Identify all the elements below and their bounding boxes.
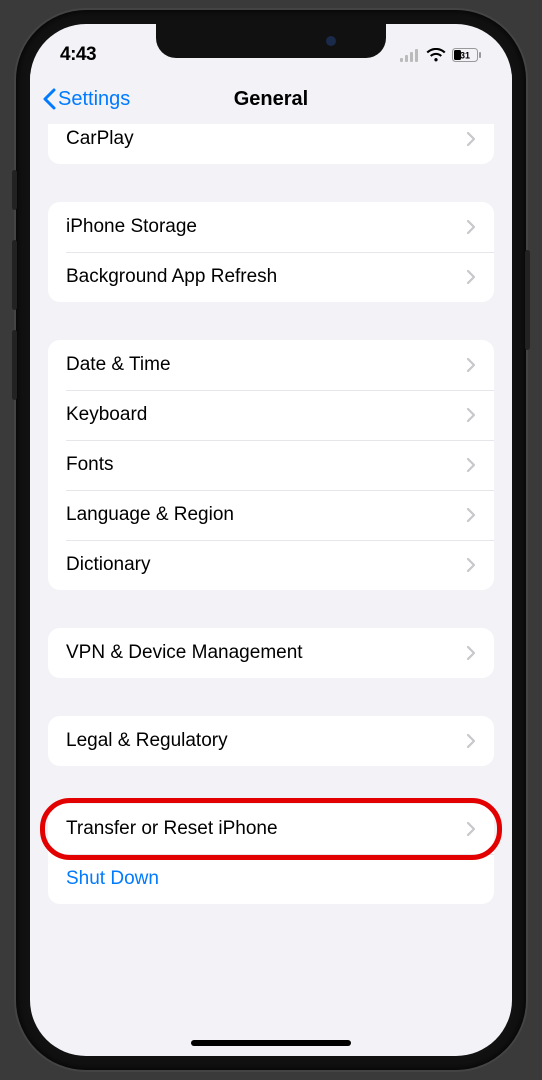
row-label: Language & Region xyxy=(66,504,234,526)
chevron-right-icon xyxy=(466,821,476,837)
chevron-right-icon xyxy=(466,557,476,573)
row-label: Background App Refresh xyxy=(66,266,277,288)
row-label: Fonts xyxy=(66,454,114,476)
status-right: 31 xyxy=(400,48,482,62)
settings-group: CarPlay xyxy=(48,124,494,164)
row-shut-down[interactable]: Shut Down xyxy=(48,854,494,904)
notch xyxy=(156,24,386,58)
battery-icon: 31 xyxy=(452,48,482,62)
settings-group: Legal & Regulatory xyxy=(48,716,494,766)
row-label: CarPlay xyxy=(66,128,134,150)
cellular-signal-icon xyxy=(400,49,420,62)
content-scroll[interactable]: CarPlay iPhone Storage Background App Re… xyxy=(30,124,512,1056)
phone-frame: 4:43 31 xyxy=(16,10,526,1070)
row-fonts[interactable]: Fonts xyxy=(48,440,494,490)
row-label: Transfer or Reset iPhone xyxy=(66,818,278,840)
row-background-app-refresh[interactable]: Background App Refresh xyxy=(48,252,494,302)
home-indicator[interactable] xyxy=(191,1040,351,1046)
navigation-bar: Settings General xyxy=(30,74,512,124)
settings-group: iPhone Storage Background App Refresh xyxy=(48,202,494,302)
svg-text:31: 31 xyxy=(460,51,470,61)
chevron-right-icon xyxy=(466,407,476,423)
settings-group: Transfer or Reset iPhone Shut Down xyxy=(48,804,494,904)
camera-dot xyxy=(326,36,336,46)
chevron-right-icon xyxy=(466,357,476,373)
back-label: Settings xyxy=(58,88,130,111)
row-carplay[interactable]: CarPlay xyxy=(48,124,494,164)
wifi-icon xyxy=(426,48,446,62)
row-label: Date & Time xyxy=(66,354,171,376)
row-date-time[interactable]: Date & Time xyxy=(48,340,494,390)
row-dictionary[interactable]: Dictionary xyxy=(48,540,494,590)
chevron-right-icon xyxy=(466,645,476,661)
row-label: Shut Down xyxy=(66,868,159,890)
page-title: General xyxy=(234,88,308,111)
row-legal-regulatory[interactable]: Legal & Regulatory xyxy=(48,716,494,766)
row-label: iPhone Storage xyxy=(66,216,197,238)
screen: 4:43 31 xyxy=(30,24,512,1056)
side-button xyxy=(12,170,17,210)
chevron-right-icon xyxy=(466,733,476,749)
row-label: Legal & Regulatory xyxy=(66,730,228,752)
row-language-region[interactable]: Language & Region xyxy=(48,490,494,540)
side-button xyxy=(12,240,17,310)
back-button[interactable]: Settings xyxy=(42,88,130,111)
chevron-right-icon xyxy=(466,131,476,147)
chevron-right-icon xyxy=(466,269,476,285)
settings-group: Date & Time Keyboard Fonts Language & Re… xyxy=(48,340,494,590)
row-label: Keyboard xyxy=(66,404,147,426)
chevron-right-icon xyxy=(466,507,476,523)
settings-group: VPN & Device Management xyxy=(48,628,494,678)
row-iphone-storage[interactable]: iPhone Storage xyxy=(48,202,494,252)
row-label: VPN & Device Management xyxy=(66,642,303,664)
side-button xyxy=(12,330,17,400)
row-keyboard[interactable]: Keyboard xyxy=(48,390,494,440)
row-transfer-reset-iphone[interactable]: Transfer or Reset iPhone xyxy=(48,804,494,854)
row-label: Dictionary xyxy=(66,554,150,576)
side-button xyxy=(525,250,530,350)
row-vpn-device-management[interactable]: VPN & Device Management xyxy=(48,628,494,678)
chevron-left-icon xyxy=(42,88,56,110)
chevron-right-icon xyxy=(466,219,476,235)
status-time: 4:43 xyxy=(60,44,96,66)
chevron-right-icon xyxy=(466,457,476,473)
